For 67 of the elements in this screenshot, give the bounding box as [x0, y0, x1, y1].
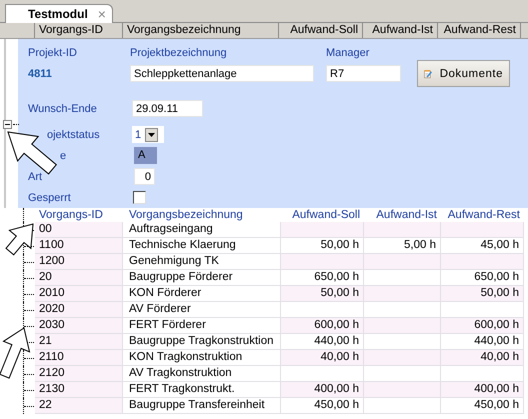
column-header[interactable]: Aufwand-Ist	[363, 23, 438, 38]
table-cell: 450,00 h	[441, 398, 524, 414]
column-header[interactable]: Vorgangs-ID	[35, 23, 123, 38]
field-label: Projekt-ID	[28, 47, 78, 59]
dropdown-arrow-icon	[148, 132, 156, 136]
table-cell: KON Tragkonstruktion	[123, 350, 281, 366]
column-header[interactable]: Aufwand-Soll	[281, 208, 364, 222]
table-cell: Genehmigung TK	[123, 254, 281, 270]
table-cell: 400,00 h	[441, 382, 524, 398]
table-cell: AV Tragkonstruktion	[123, 366, 281, 382]
table-cell: 50,00 h	[441, 286, 524, 302]
collapse-icon[interactable]	[3, 120, 12, 129]
close-icon[interactable]: ×	[98, 7, 106, 21]
table-cell: Baugruppe Tragkonstruktion	[123, 334, 281, 350]
pointer-arrow-icon	[5, 223, 34, 256]
table-cell: 00	[35, 222, 123, 238]
date-field[interactable]: 29.09.11	[132, 100, 203, 117]
status-dropdown[interactable]: 1	[132, 126, 164, 143]
manager-field[interactable]: R7	[326, 65, 401, 82]
field-label: Art	[28, 170, 42, 182]
field-label: e	[60, 150, 66, 162]
table-cell: 450,00 h	[281, 398, 364, 414]
column-header[interactable]: Aufwand-Ist	[364, 208, 441, 222]
column-header[interactable]: Aufwand-Rest	[438, 23, 521, 38]
table-cell: 2020	[35, 302, 123, 318]
column-header[interactable]: Vorgangsbezeichnung	[123, 23, 279, 38]
field-label: Gesperrt	[28, 192, 71, 204]
locked-checkbox[interactable]	[133, 191, 146, 204]
table-cell: 1100	[35, 238, 123, 254]
table-cell: 21	[35, 334, 123, 350]
table-cell: 2030	[35, 318, 123, 334]
table-cell: KON Förderer	[123, 286, 281, 302]
phase-value: A	[134, 147, 157, 164]
column-header[interactable]: Aufwand-Rest	[441, 208, 524, 222]
field-label: Wunsch-Ende	[28, 102, 97, 114]
table-cell: 600,00 h	[441, 318, 524, 334]
table-cell: 2110	[35, 350, 123, 366]
table-cell: 20	[35, 270, 123, 286]
table-cell: 1200	[35, 254, 123, 270]
table-cell: 2130	[35, 382, 123, 398]
table-cell: 40,00 h	[441, 350, 524, 366]
table-cell: 2120	[35, 366, 123, 382]
table-cell: 40,00 h	[281, 350, 364, 366]
table-cell: 50,00 h	[281, 286, 364, 302]
field-label: Manager	[326, 47, 370, 59]
table-cell: FERT Förderer	[123, 318, 281, 334]
table-cell: Baugruppe Transfereinheit	[123, 398, 281, 414]
art-field[interactable]: 0	[134, 168, 155, 185]
column-header[interactable]: Vorgangs-ID	[35, 208, 123, 222]
table-cell: AV Förderer	[123, 302, 281, 318]
field-label: Projektbezeichnung	[130, 47, 228, 59]
column-header[interactable]: Vorgangsbezeichnung	[123, 208, 281, 222]
table-cell: Baugruppe Förderer	[123, 270, 281, 286]
table-cell: 2010	[35, 286, 123, 302]
table-cell: 22	[35, 398, 123, 414]
table-cell: FERT Tragkonstrukt.	[123, 382, 281, 398]
table-cell: 600,00 h	[281, 318, 364, 334]
table-cell: 400,00 h	[281, 382, 364, 398]
module-tab[interactable]: Testmodul ×	[5, 4, 113, 23]
column-header[interactable]: Aufwand-Soll	[279, 23, 363, 38]
documents-button[interactable]: Dokumente	[417, 60, 510, 87]
project-id: 4811	[28, 68, 53, 80]
pointer-arrow-icon	[0, 327, 30, 379]
table-cell: Technische Klaerung	[123, 238, 281, 254]
field-label: ojektstatus	[47, 128, 100, 140]
table-cell: Auftragseingang	[123, 222, 281, 238]
name-field[interactable]: Schleppkettenanlage	[130, 65, 314, 82]
